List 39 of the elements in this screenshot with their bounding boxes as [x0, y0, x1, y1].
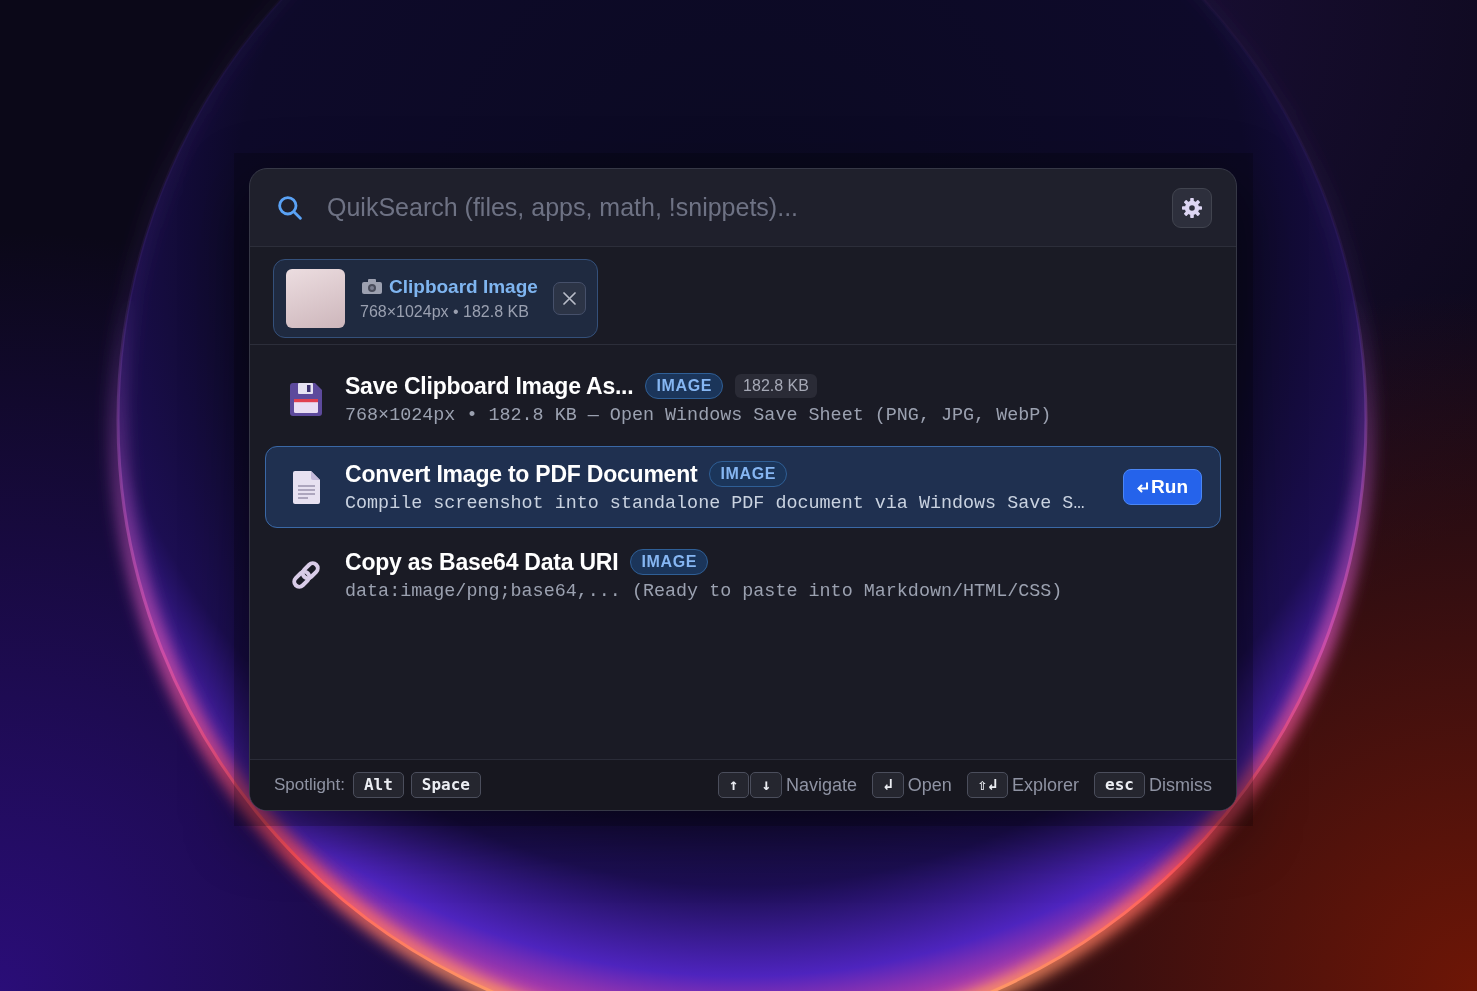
attachment-details: 768×1024px • 182.8 KB	[360, 301, 530, 322]
result-title: Save Clipboard Image As...	[345, 371, 634, 401]
close-button[interactable]	[552, 282, 586, 315]
spotlight-label: Spotlight:	[274, 774, 345, 797]
result-subtitle: 768×1024px • 182.8 KB — Open Windows Save Sheet (PNG, JPG, WebP)	[345, 403, 1053, 428]
keycap: ⇧↲	[966, 772, 1009, 798]
keycap: ↓	[750, 772, 783, 798]
settings-icon	[1182, 197, 1202, 218]
file-type-badge: IMAGE	[645, 372, 724, 399]
return-icon	[1137, 481, 1149, 493]
file-type-badge: IMAGE	[630, 548, 709, 575]
chain-link-icon	[289, 558, 323, 592]
result-item[interactable]: Save Clipboard Image As... IMAGE 182.8 KB 768×1024px • 182.8 KB — Open Windows Save Sheet (PNG, JPG, WebP)	[265, 358, 1221, 440]
shortcut-label: Dismiss	[1149, 773, 1212, 797]
document-icon	[292, 470, 320, 504]
run-button[interactable]: Run	[1123, 469, 1202, 505]
keycap: esc	[1094, 772, 1145, 798]
result-subtitle: Compile screenshot into standalone PDF document via Windows Save S…	[345, 491, 1086, 516]
result-title: Convert Image to PDF Document	[345, 459, 698, 489]
keycap: ↲	[872, 772, 904, 798]
keycap: Space	[410, 772, 481, 798]
result-title: Copy as Base64 Data URI	[345, 547, 619, 577]
close-icon	[562, 292, 576, 305]
search-field[interactable]: QuikSearch (files, apps, math, !snippets)...	[327, 187, 1152, 228]
result-item[interactable]: Copy as Base64 Data URI IMAGE data:image/png;base64,... (Ready to paste into Markdown/HTML/CSS)	[265, 534, 1221, 616]
search-icon	[278, 195, 302, 220]
keycap: Alt	[352, 772, 404, 798]
file-type-badge: IMAGE	[709, 460, 788, 487]
settings-button[interactable]	[1172, 187, 1212, 228]
shortcut-label: Navigate	[786, 773, 858, 797]
camera-icon	[362, 279, 382, 294]
result-item[interactable]: Convert Image to PDF Document IMAGE Compile screenshot into standalone PDF document via Windows Save S… Run	[265, 446, 1221, 528]
photo-placeholder	[286, 269, 345, 328]
shortcut-label: Explorer	[1012, 773, 1080, 797]
shortcut-label: Open	[907, 773, 952, 797]
keycap: ↑	[717, 772, 750, 798]
file-size-badge: 182.8 KB	[735, 373, 817, 398]
attachment-title: Clipboard Image	[389, 274, 538, 299]
result-subtitle: data:image/png;base64,... (Ready to paste into Markdown/HTML/CSS)	[345, 579, 1064, 604]
